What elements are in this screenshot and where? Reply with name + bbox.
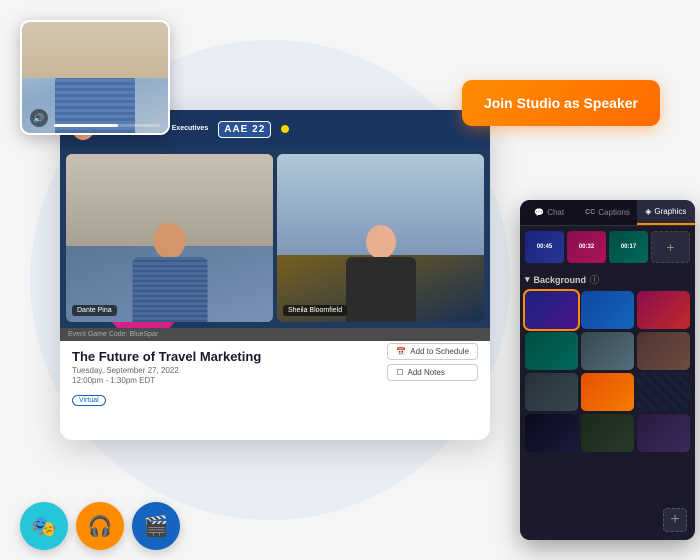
camera-button[interactable]: 🎬 bbox=[132, 502, 180, 550]
thumb-add-button[interactable]: + bbox=[651, 231, 690, 263]
bg-thumb-6[interactable] bbox=[637, 332, 690, 370]
avatar-button[interactable]: 🎭 bbox=[20, 502, 68, 550]
join-studio-button[interactable]: Join Studio as Speaker bbox=[462, 80, 660, 126]
chat-icon: 💬 bbox=[534, 208, 544, 217]
event-actions: 📅 Add to Schedule ☐ Add Notes bbox=[387, 343, 478, 381]
studio-info: The Future of Travel Marketing Tuesday, … bbox=[60, 341, 490, 413]
event-tag: Virtual bbox=[72, 395, 106, 406]
bg-thumb-5[interactable] bbox=[581, 332, 634, 370]
aae-badge: AAE 22 bbox=[218, 121, 271, 138]
background-section: ▾ Background ⓘ bbox=[520, 268, 695, 457]
tab-captions[interactable]: CC Captions bbox=[578, 200, 636, 225]
speaker2-name: Sheila Bloomfield bbox=[283, 305, 347, 316]
studio-window: ✈ Association of Airline Executives AAE … bbox=[60, 110, 490, 440]
tab-graphics[interactable]: ◈ Graphics bbox=[637, 200, 695, 225]
tab-chat[interactable]: 💬 Chat bbox=[520, 200, 578, 225]
audio-icon: 🔊 bbox=[30, 109, 48, 127]
bg-thumb-2[interactable] bbox=[581, 291, 634, 329]
right-panel: 💬 Chat CC Captions ◈ Graphics 00:45 00:3… bbox=[520, 200, 695, 540]
headset-icon: 🎧 bbox=[88, 514, 113, 539]
calendar-icon: 📅 bbox=[396, 347, 406, 356]
speaker-camera: 🔊 bbox=[20, 20, 170, 135]
thumbnail-grid: 00:45 00:32 00:17 + bbox=[520, 226, 695, 268]
bg-thumb-9[interactable] bbox=[637, 373, 690, 411]
panel-tabs: 💬 Chat CC Captions ◈ Graphics bbox=[520, 200, 695, 226]
support-button[interactable]: 🎧 bbox=[76, 502, 124, 550]
yellow-dot bbox=[281, 125, 289, 133]
captions-icon: CC bbox=[585, 209, 595, 216]
video-area: Dante Pina Sheila Bloomfield bbox=[60, 148, 490, 328]
thumb-timer-1[interactable]: 00:45 bbox=[525, 231, 564, 263]
speaker1-name: Dante Pina bbox=[72, 305, 117, 316]
bg-thumb-11[interactable] bbox=[581, 414, 634, 452]
bg-thumb-10[interactable] bbox=[525, 414, 578, 452]
audio-progress bbox=[54, 124, 160, 127]
bg-thumb-7[interactable] bbox=[525, 373, 578, 411]
bg-thumb-8[interactable] bbox=[581, 373, 634, 411]
thumb-timer-2[interactable]: 00:32 bbox=[567, 231, 606, 263]
add-icon: + bbox=[666, 239, 674, 255]
video-feed-sheila: Sheila Bloomfield bbox=[277, 154, 484, 322]
bg-section-title: ▾ Background ⓘ bbox=[525, 273, 690, 286]
avatar-icon: 🎭 bbox=[32, 514, 57, 539]
video-feed-dante: Dante Pina bbox=[66, 154, 273, 322]
bg-thumb-4[interactable] bbox=[525, 332, 578, 370]
graphics-icon: ◈ bbox=[645, 207, 651, 216]
event-code-bar: Event Game Code: BlueSpar bbox=[60, 328, 490, 341]
info-icon: ⓘ bbox=[590, 273, 599, 286]
add-notes-button[interactable]: ☐ Add Notes bbox=[387, 364, 478, 381]
chevron-down-icon: ▾ bbox=[525, 274, 530, 285]
add-to-schedule-button[interactable]: 📅 Add to Schedule bbox=[387, 343, 478, 360]
panel-add-button[interactable]: + bbox=[663, 508, 687, 532]
bg-thumbnail-grid bbox=[525, 291, 690, 452]
thumb-timer-3[interactable]: 00:17 bbox=[609, 231, 648, 263]
bottom-toolbar: 🎭 🎧 🎬 bbox=[20, 502, 180, 550]
bg-thumb-3[interactable] bbox=[637, 291, 690, 329]
camera-icon: 🎬 bbox=[144, 514, 169, 539]
notes-icon: ☐ bbox=[396, 368, 403, 377]
bg-thumb-1[interactable] bbox=[525, 291, 578, 329]
plus-icon: + bbox=[670, 511, 679, 529]
bg-thumb-12[interactable] bbox=[637, 414, 690, 452]
